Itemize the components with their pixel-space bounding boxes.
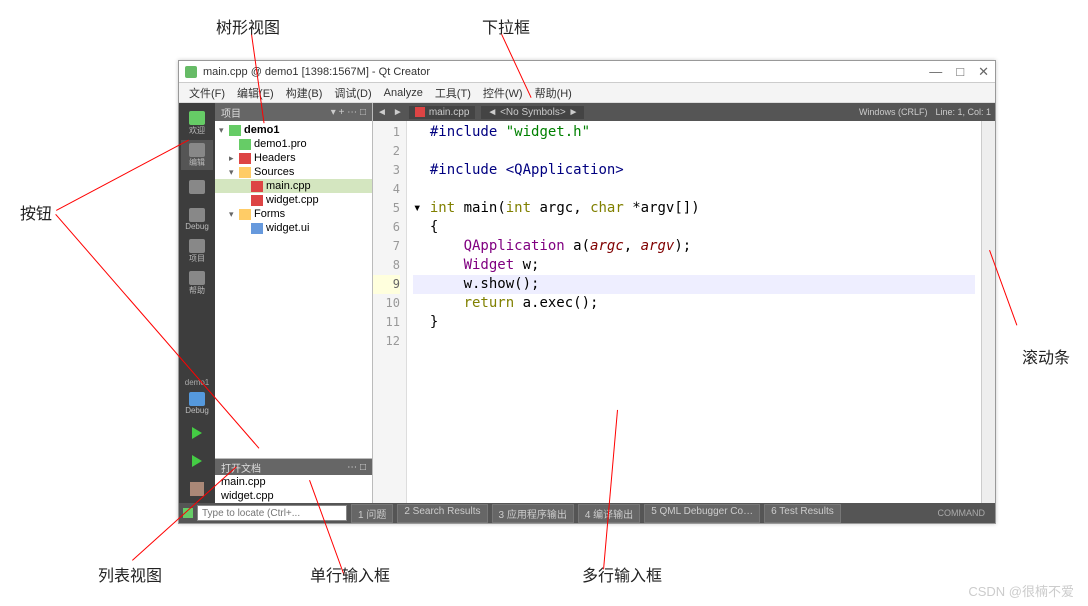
menu-item[interactable]: 帮助(H) [529, 85, 578, 101]
annotation-dropdown: 下拉框 [482, 14, 530, 38]
tree-node[interactable]: ▾Forms [215, 207, 372, 221]
window-title: main.cpp @ demo1 [1398:1567M] - Qt Creat… [203, 66, 430, 78]
titlebar[interactable]: main.cpp @ demo1 [1398:1567M] - Qt Creat… [179, 61, 995, 83]
tree-node[interactable]: ▸Headers [215, 151, 372, 165]
output-tab[interactable]: 1 问题 [351, 504, 393, 523]
maximize-button[interactable]: □ [956, 64, 964, 80]
output-tab[interactable]: 3 应用程序输出 [492, 504, 574, 523]
annotation-list-view: 列表视图 [98, 562, 162, 586]
output-tab[interactable]: 6 Test Results [764, 504, 841, 523]
statusbar: 1 问题2 Search Results3 应用程序输出4 编译输出5 QML … [179, 503, 995, 523]
tree-node[interactable]: main.cpp [215, 179, 372, 193]
mode-design[interactable] [181, 172, 213, 202]
line-gutter[interactable]: 123456789101112 [373, 121, 407, 503]
editor-area: ◄ ► main.cpp ◄ <No Symbols> ► Windows (C… [373, 103, 995, 503]
open-file-item[interactable]: main.cpp [215, 475, 372, 489]
menu-item[interactable]: 构建(B) [280, 85, 329, 101]
output-tab[interactable]: 2 Search Results [397, 504, 487, 523]
close-button[interactable]: ✕ [978, 64, 989, 80]
project-pane-header[interactable]: 项目▾ + ⋯ □ [215, 103, 372, 121]
tree-node[interactable]: demo1.pro [215, 137, 372, 151]
mode-edit[interactable]: 编辑 [181, 140, 213, 170]
annotation-scrollbar: 滚动条 [1022, 344, 1070, 368]
cursor-position[interactable]: Line: 1, Col: 1 [935, 107, 991, 117]
output-tab[interactable]: 5 QML Debugger Co… [644, 504, 760, 523]
menu-item[interactable]: 编辑(E) [231, 85, 280, 101]
open-file-item[interactable]: widget.cpp [215, 489, 372, 503]
symbol-dropdown[interactable]: ◄ <No Symbols> ► [481, 106, 584, 119]
locator-input[interactable] [197, 505, 347, 521]
menu-item[interactable]: Analyze [378, 87, 429, 99]
mode-help[interactable]: 帮助 [181, 268, 213, 298]
mode-welcome[interactable]: 欢迎 [181, 108, 213, 138]
code-editor[interactable]: #include "widget.h" #include <QApplicati… [407, 121, 981, 503]
open-files-pane: 打开文档⋯ □ main.cppwidget.cpp [215, 458, 372, 503]
menu-item[interactable]: 调试(D) [328, 85, 377, 101]
encoding-indicator[interactable]: Windows (CRLF) [859, 107, 928, 117]
menu-item[interactable]: 控件(W) [477, 85, 529, 101]
watermark: CSDN @很楠不爱 [968, 581, 1074, 600]
build-button[interactable] [185, 479, 209, 499]
annotation-tree-view: 树形视图 [216, 14, 280, 38]
editor-toolbar: ◄ ► main.cpp ◄ <No Symbols> ► Windows (C… [373, 103, 995, 121]
menu-item[interactable]: 工具(T) [429, 85, 477, 101]
mode-projects[interactable]: 项目 [181, 236, 213, 266]
tree-node[interactable]: widget.cpp [215, 193, 372, 207]
annotation-button: 按钮 [20, 200, 52, 224]
app-icon [185, 66, 197, 78]
window-controls: — □ ✕ [929, 64, 989, 80]
project-tree[interactable]: ▾demo1demo1.pro▸Headers▾Sourcesmain.cppw… [215, 121, 372, 458]
kit-selector[interactable]: Debug [181, 388, 213, 418]
tree-node[interactable]: ▾demo1 [215, 123, 372, 137]
locator[interactable] [197, 505, 347, 521]
annotation-single-input: 单行输入框 [310, 562, 390, 586]
menu-item[interactable]: 文件(F) [183, 85, 231, 101]
nav-back-icon[interactable]: ◄ [377, 107, 387, 118]
mode-sidebar: 欢迎 编辑 Debug 项目 帮助 demo1 Debug [179, 103, 215, 503]
tree-node[interactable]: ▾Sources [215, 165, 372, 179]
run-button[interactable] [185, 423, 209, 443]
qt-creator-window: main.cpp @ demo1 [1398:1567M] - Qt Creat… [178, 60, 996, 524]
tree-node[interactable]: widget.ui [215, 221, 372, 235]
open-files-header[interactable]: 打开文档⋯ □ [215, 459, 372, 475]
file-dropdown[interactable]: main.cpp [409, 106, 476, 119]
annotation-multi-input: 多行输入框 [582, 562, 662, 586]
menubar: 文件(F)编辑(E)构建(B)调试(D)Analyze工具(T)控件(W)帮助(… [179, 83, 995, 103]
run-debug-button[interactable] [185, 451, 209, 471]
nav-fwd-icon[interactable]: ► [393, 107, 403, 118]
vertical-scrollbar[interactable] [981, 121, 995, 503]
side-panel: 项目▾ + ⋯ □ ▾demo1demo1.pro▸Headers▾Source… [215, 103, 373, 503]
status-right: COMMAND [932, 508, 992, 518]
minimize-button[interactable]: — [929, 64, 942, 80]
mode-debug[interactable]: Debug [181, 204, 213, 234]
